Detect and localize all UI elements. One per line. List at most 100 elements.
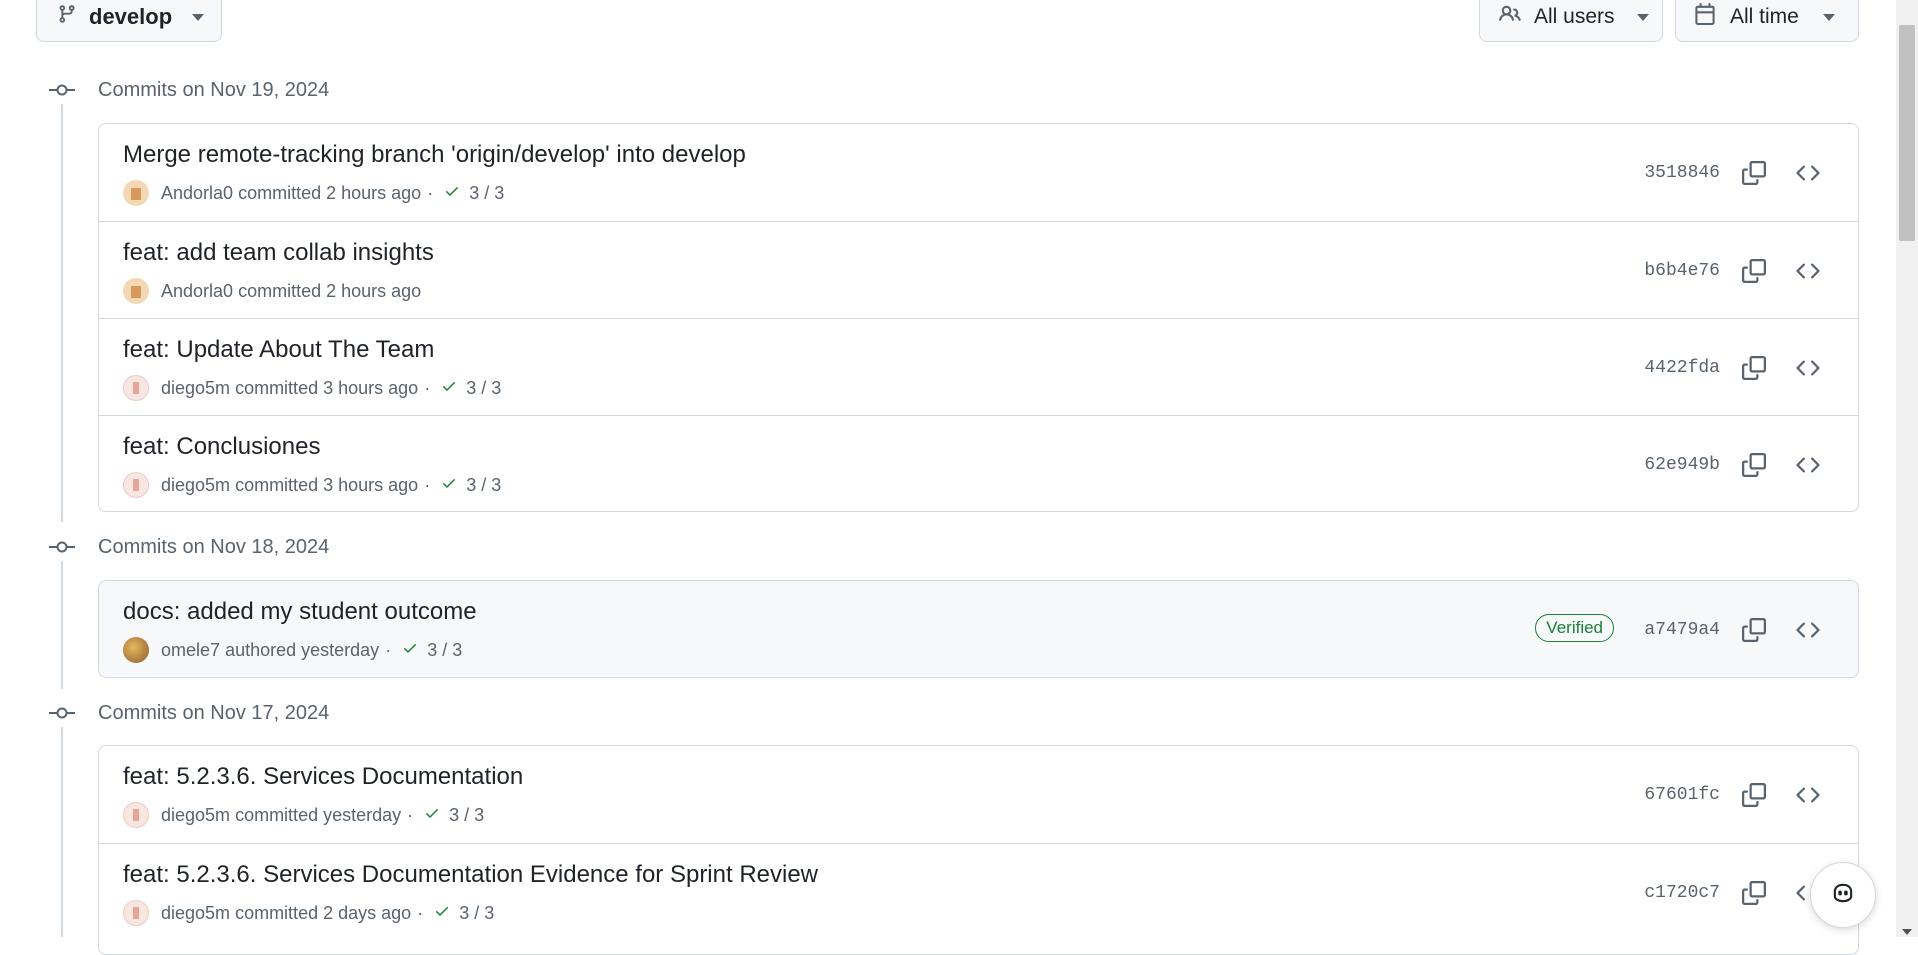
avatar[interactable] <box>123 900 149 926</box>
copy-icon[interactable] <box>1736 155 1772 191</box>
time-filter-label: All time <box>1730 5 1799 28</box>
check-icon[interactable] <box>423 805 441 826</box>
copy-icon[interactable] <box>1736 875 1772 911</box>
browse-code-icon[interactable] <box>1790 612 1826 648</box>
commit-row: feat: Conclusiones diego5m committed 3 h… <box>99 415 1858 511</box>
commit-author-link[interactable]: Andorla0 <box>161 281 233 302</box>
avatar[interactable] <box>123 472 149 498</box>
people-icon <box>1498 3 1522 31</box>
commit-hash-link[interactable]: 4422fda <box>1644 358 1720 378</box>
copilot-button[interactable] <box>1810 862 1876 928</box>
chevron-down-icon <box>1636 13 1649 21</box>
copy-icon[interactable] <box>1736 612 1772 648</box>
git-commit-icon <box>49 539 75 560</box>
timeline-line <box>61 727 63 937</box>
scrollbar-thumb[interactable] <box>1899 25 1915 241</box>
commit-hash-link[interactable]: c1720c7 <box>1644 883 1720 903</box>
commit-action: committed <box>235 474 319 495</box>
commit-row: feat: Update About The Team diego5m comm… <box>99 318 1858 415</box>
separator-dot: · <box>385 639 392 660</box>
copy-icon[interactable] <box>1736 447 1772 483</box>
copilot-icon <box>1829 879 1857 912</box>
scroll-down-arrow-icon[interactable] <box>1902 929 1912 935</box>
copy-icon[interactable] <box>1736 350 1772 386</box>
commit-time: 3 hours ago <box>323 377 419 398</box>
checks-status[interactable]: 3 / 3 <box>459 903 494 924</box>
commit-time: 2 hours ago <box>326 182 422 203</box>
commit-row: feat: add team collab insights Andorla0 … <box>99 221 1858 318</box>
browse-code-icon[interactable] <box>1790 155 1826 191</box>
check-icon[interactable] <box>440 475 458 496</box>
separator-dot: · <box>407 804 414 825</box>
commit-author-link[interactable]: diego5m <box>161 903 230 924</box>
avatar[interactable] <box>123 375 149 401</box>
commit-message-link[interactable]: Merge remote-tracking branch 'origin/dev… <box>123 141 746 169</box>
commit-message-link[interactable]: feat: add team collab insights <box>123 239 434 267</box>
avatar[interactable] <box>123 180 149 206</box>
timeline-line <box>61 104 63 522</box>
timeline-line <box>61 561 63 689</box>
commit-date-label: Commits on Nov 18, 2024 <box>98 536 330 558</box>
git-branch-icon <box>57 3 77 31</box>
checks-status[interactable]: 3 / 3 <box>466 475 501 496</box>
commit-message-link[interactable]: docs: added my student outcome <box>123 598 477 626</box>
commit-time: 3 hours ago <box>323 474 419 495</box>
checks-status[interactable]: 3 / 3 <box>466 378 501 399</box>
git-commit-icon <box>49 705 75 726</box>
commit-hash-link[interactable]: a7479a4 <box>1644 620 1720 640</box>
commit-hash-link[interactable]: 3518846 <box>1644 163 1720 183</box>
separator-dot: · <box>427 182 434 203</box>
check-icon[interactable] <box>440 378 458 399</box>
copy-icon[interactable] <box>1736 253 1772 289</box>
commit-author-link[interactable]: diego5m <box>161 805 230 826</box>
commit-hash-link[interactable]: 67601fc <box>1644 785 1720 805</box>
commit-meta: diego5m committed 3 hours ago · 3 / 3 <box>123 471 501 499</box>
commit-meta: diego5m committed 2 days ago · 3 / 3 <box>123 899 494 927</box>
commit-author-link[interactable]: omele7 <box>161 640 220 661</box>
commit-list: feat: 5.2.3.6. Services Documentation di… <box>98 745 1859 955</box>
check-icon[interactable] <box>433 903 451 924</box>
commit-date-label: Commits on Nov 19, 2024 <box>98 79 330 101</box>
checks-status[interactable]: 3 / 3 <box>449 805 484 826</box>
commit-time: 2 hours ago <box>326 280 422 301</box>
branch-label: develop <box>89 4 173 29</box>
browse-code-icon[interactable] <box>1790 447 1826 483</box>
avatar[interactable] <box>123 637 149 663</box>
chevron-down-icon <box>192 13 205 21</box>
scrollbar[interactable] <box>1896 0 1918 937</box>
commit-author-link[interactable]: diego5m <box>161 475 230 496</box>
commit-action: committed <box>235 902 319 923</box>
commit-time: yesterday <box>323 804 402 825</box>
browse-code-icon[interactable] <box>1790 253 1826 289</box>
git-commit-icon <box>49 82 75 103</box>
avatar[interactable] <box>123 802 149 828</box>
avatar[interactable] <box>123 278 149 304</box>
check-icon[interactable] <box>443 183 461 204</box>
separator-dot: · <box>424 377 431 398</box>
commit-author-link[interactable]: diego5m <box>161 378 230 399</box>
checks-status[interactable]: 3 / 3 <box>427 640 462 661</box>
commit-hash-link[interactable]: 62e949b <box>1644 455 1720 475</box>
verified-badge[interactable]: Verified <box>1535 614 1614 642</box>
checks-status[interactable]: 3 / 3 <box>469 183 504 204</box>
time-filter-button[interactable]: All time <box>1675 0 1859 42</box>
check-icon[interactable] <box>401 640 419 661</box>
commit-message-link[interactable]: feat: Conclusiones <box>123 433 320 461</box>
browse-code-icon[interactable] <box>1790 777 1826 813</box>
commit-row: docs: added my student outcome omele7 au… <box>99 581 1858 677</box>
users-filter-button[interactable]: All users <box>1479 0 1663 42</box>
commit-hash-link[interactable]: b6b4e76 <box>1644 261 1720 281</box>
commit-message-link[interactable]: feat: Update About The Team <box>123 336 434 364</box>
commit-meta: Andorla0 committed 2 hours ago <box>123 277 421 305</box>
commit-meta: Andorla0 committed 2 hours ago · 3 / 3 <box>123 179 504 207</box>
branch-selector-button[interactable]: develop <box>36 0 222 42</box>
commit-author-link[interactable]: Andorla0 <box>161 183 233 204</box>
commit-action: committed <box>235 377 319 398</box>
commit-message-link[interactable]: feat: 5.2.3.6. Services Documentation Ev… <box>123 861 818 889</box>
commit-list: docs: added my student outcome omele7 au… <box>98 580 1859 678</box>
commit-list: Merge remote-tracking branch 'origin/dev… <box>98 123 1859 512</box>
commit-message-link[interactable]: feat: 5.2.3.6. Services Documentation <box>123 763 523 791</box>
chevron-down-icon <box>1822 13 1835 21</box>
browse-code-icon[interactable] <box>1790 350 1826 386</box>
copy-icon[interactable] <box>1736 777 1772 813</box>
